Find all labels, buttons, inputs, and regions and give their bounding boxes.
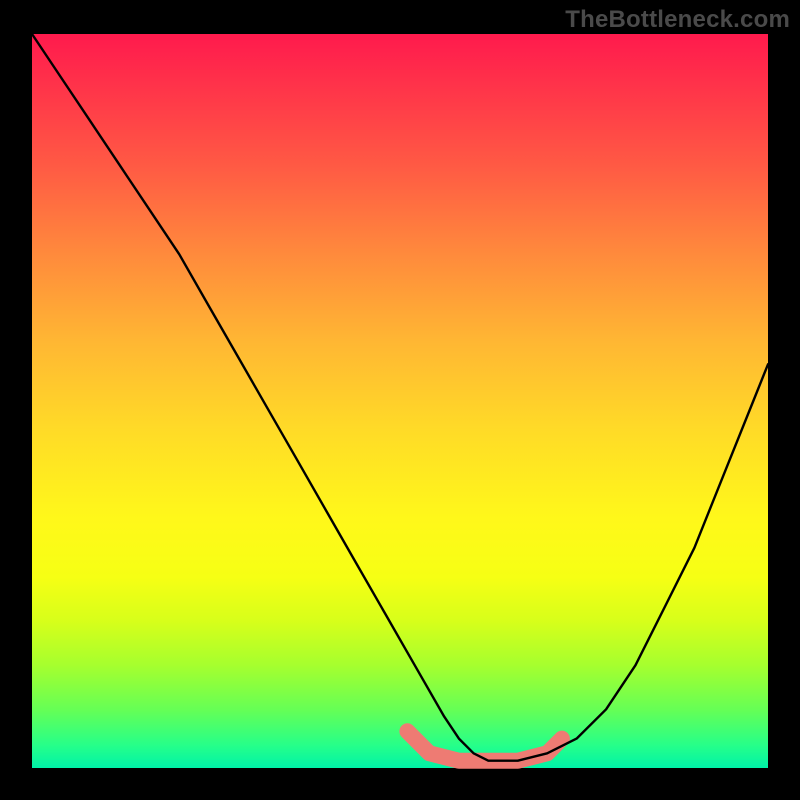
chart-frame: TheBottleneck.com	[0, 0, 800, 800]
watermark-text: TheBottleneck.com	[565, 6, 790, 34]
plot-area	[32, 34, 768, 768]
curve-svg	[32, 34, 768, 768]
bottleneck-curve	[32, 34, 768, 761]
